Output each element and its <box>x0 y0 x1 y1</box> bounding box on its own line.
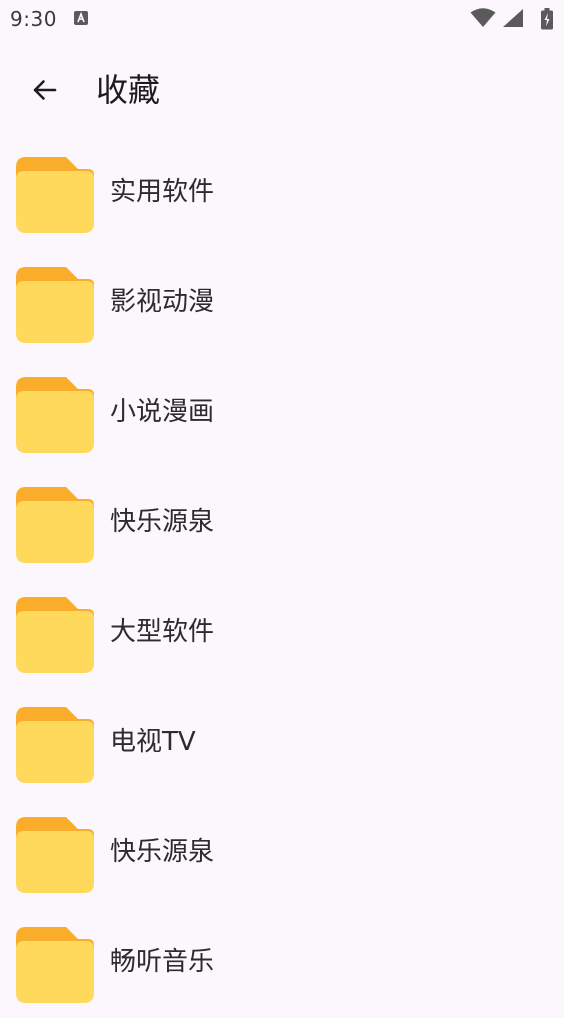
folder-list-item[interactable]: 快乐源泉 <box>0 468 564 578</box>
folder-icon <box>16 157 94 233</box>
folder-label: 快乐源泉 <box>110 507 215 537</box>
folder-list: 实用软件 影视动漫 小说漫画 快乐源泉 大型软件 电视TV 快乐源泉 畅听音乐 <box>0 138 564 1018</box>
folder-icon <box>16 597 94 673</box>
folder-label: 快乐源泉 <box>110 837 215 867</box>
status-time: 9:30 <box>10 7 57 31</box>
folder-label: 小说漫画 <box>110 397 215 427</box>
folder-label: 影视动漫 <box>110 287 215 317</box>
folder-icon <box>16 377 94 453</box>
folder-label: 实用软件 <box>110 177 215 207</box>
folder-icon <box>16 927 94 1003</box>
page-title: 收藏 <box>96 71 161 109</box>
folder-icon <box>16 817 94 893</box>
folder-list-item[interactable]: 电视TV <box>0 688 564 798</box>
top-app-bar: 收藏 <box>0 38 564 138</box>
battery-icon <box>541 8 553 30</box>
arrow-back-icon <box>33 80 57 100</box>
folder-label: 畅听音乐 <box>110 947 215 977</box>
folder-icon <box>16 487 94 563</box>
folder-icon <box>16 707 94 783</box>
folder-list-item[interactable]: 小说漫画 <box>0 358 564 468</box>
folder-label: 电视TV <box>110 727 196 757</box>
folder-list-item[interactable]: 实用软件 <box>0 138 564 248</box>
folder-list-item[interactable]: 快乐源泉 <box>0 798 564 908</box>
wifi-icon <box>470 8 496 27</box>
folder-list-item[interactable]: 畅听音乐 <box>0 908 564 1018</box>
a-notification-icon <box>74 11 88 25</box>
status-bar: 9:30 <box>0 0 564 38</box>
folder-label: 大型软件 <box>110 617 215 647</box>
signal-icon <box>503 9 523 27</box>
folder-list-item[interactable]: 大型软件 <box>0 578 564 688</box>
back-button[interactable] <box>20 66 68 114</box>
folder-icon <box>16 267 94 343</box>
folder-list-item[interactable]: 影视动漫 <box>0 248 564 358</box>
